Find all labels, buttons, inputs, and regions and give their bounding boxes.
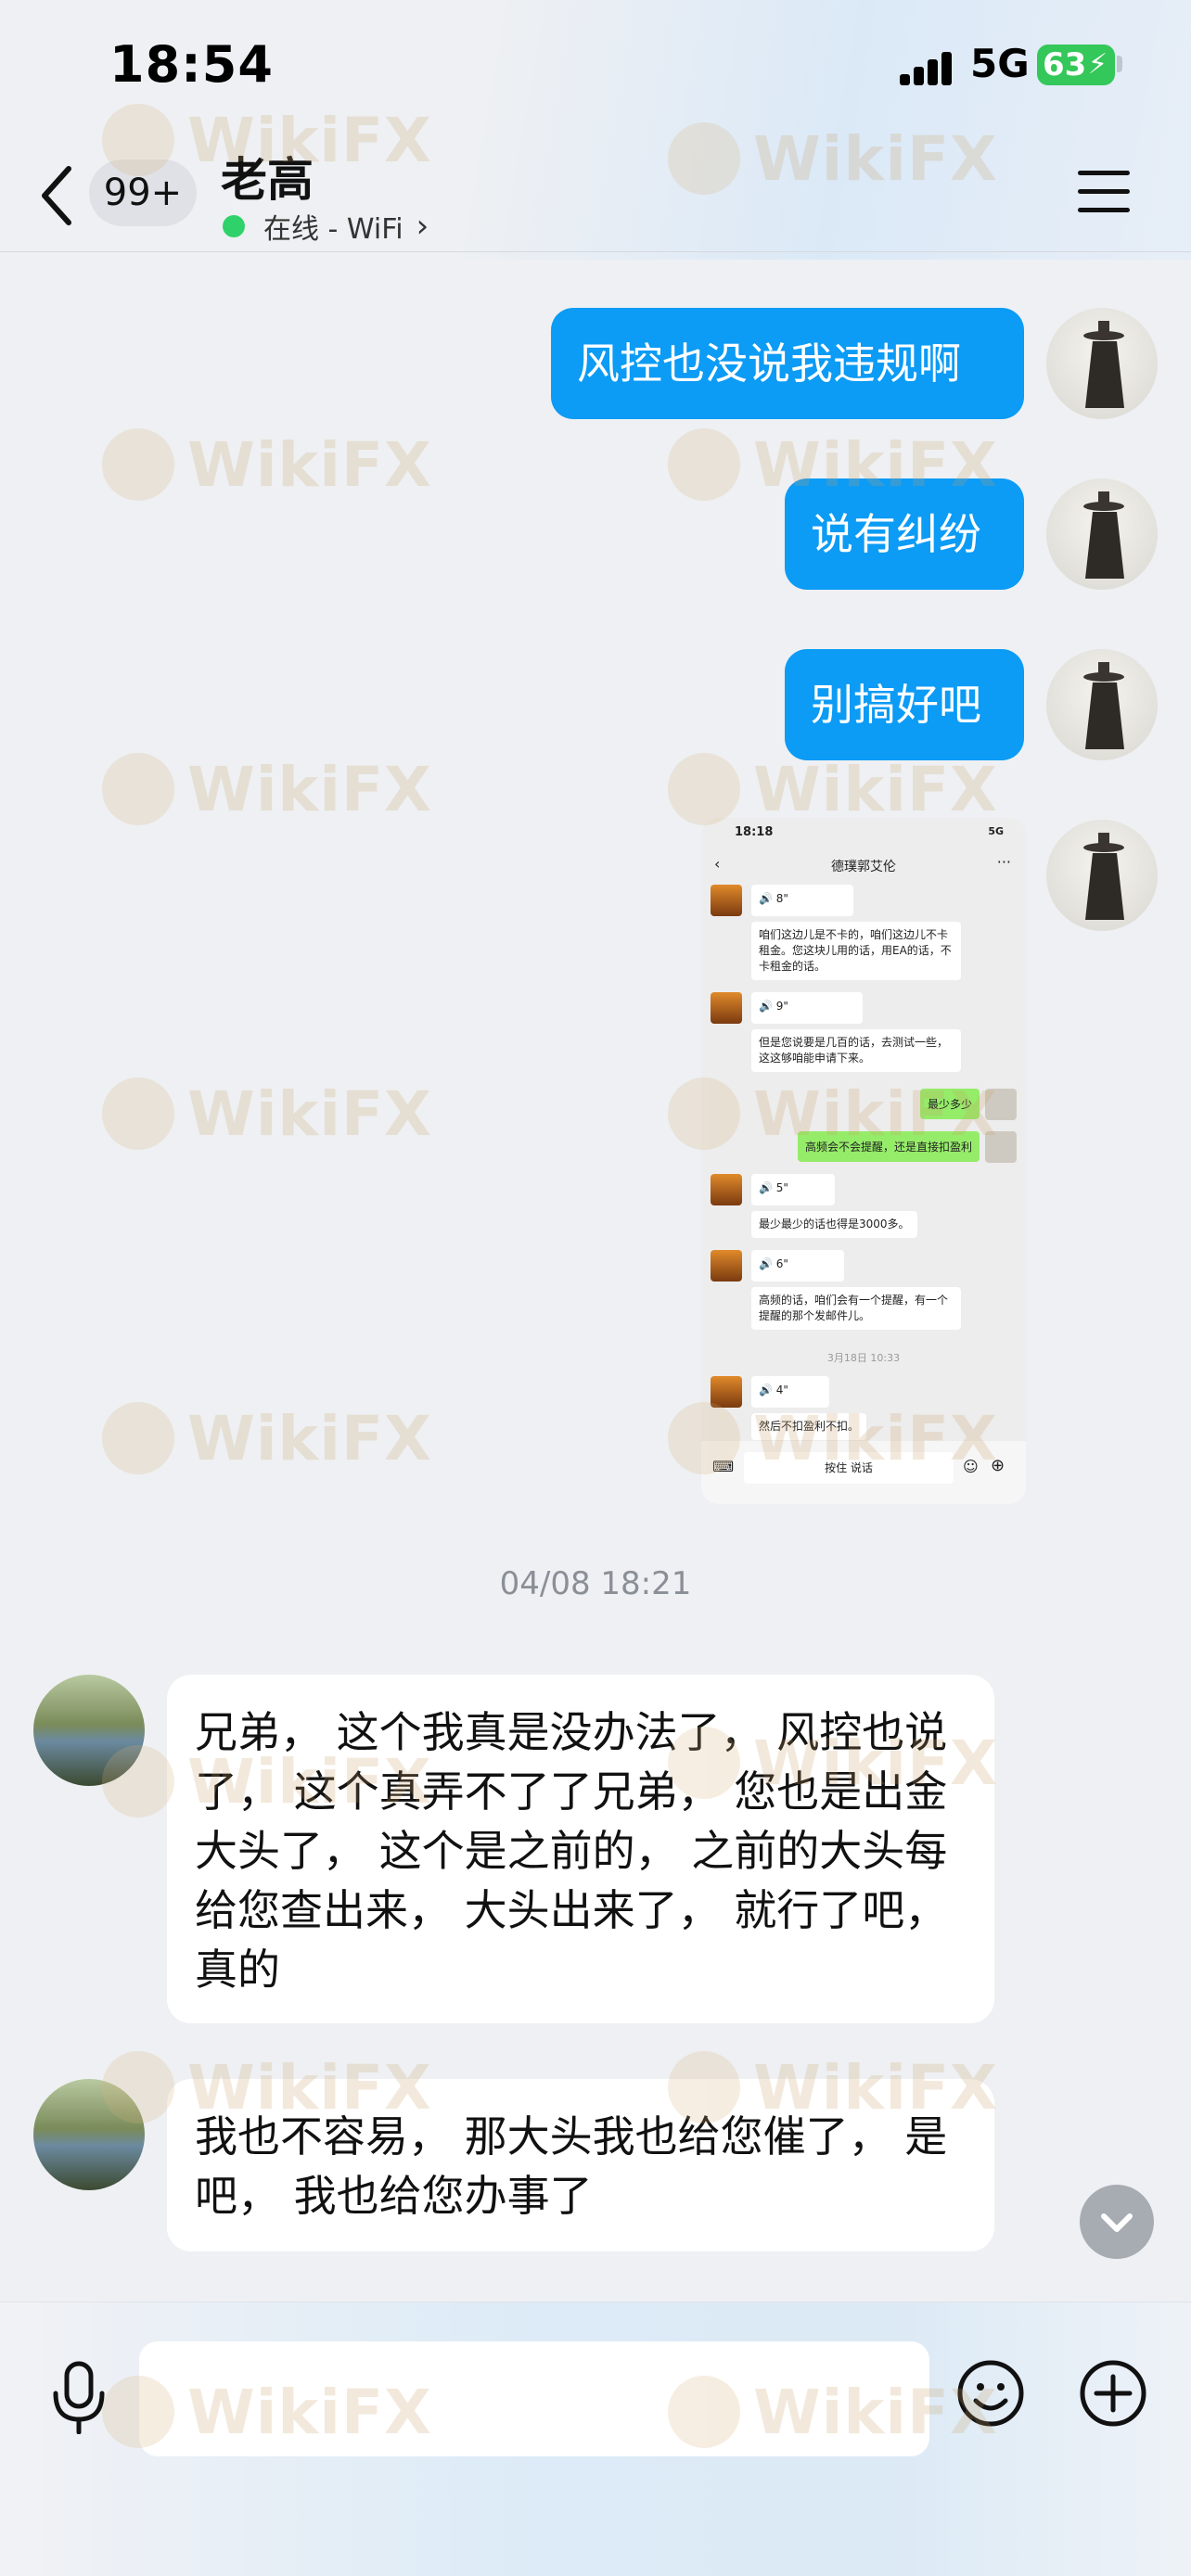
screenshot-status-bar: 18:18 5G (701, 818, 1026, 842)
screenshot-text-message: 但是您说要是几百的话，去测试一些，这这够咱能申请下来。 (751, 1029, 961, 1072)
microphone-icon[interactable] (46, 2360, 111, 2434)
message-bubble-outgoing[interactable]: 风控也没说我违规啊 (551, 308, 1024, 419)
figure-avatar-image (1083, 321, 1124, 408)
screenshot-input-bar: ⌨ 按住 说话 ☺ ⊕ (701, 1441, 1026, 1504)
presence-status[interactable]: 在线 - WiFi › (223, 206, 429, 247)
message-bubble-incoming[interactable]: 我也不容易， 那大头我也给您催了， 是吧， 我也给您办事了 (167, 2079, 994, 2251)
battery-icon: 63 ⚡ (1037, 45, 1115, 85)
screenshot-voice-message: 🔊 9" (751, 992, 863, 1024)
signal-icon (900, 48, 955, 85)
screenshot-avatar (711, 885, 742, 916)
watermark: WikiFX (102, 1078, 432, 1150)
watermark: WikiFX (102, 428, 432, 501)
battery-tip (1117, 56, 1122, 72)
screenshot-avatar (985, 1131, 1017, 1163)
back-icon[interactable] (37, 163, 74, 228)
scroll-to-bottom-button[interactable] (1080, 2185, 1154, 2259)
status-bar: 18:54 5G 63 ⚡ (0, 0, 1191, 130)
screenshot-timestamp: 3月18日 10:33 (826, 1352, 901, 1364)
chevron-right-icon: › (416, 208, 429, 245)
chat-header: 99+ 老高 在线 - WiFi › (0, 130, 1191, 252)
screenshot-voice-message: 🔊 6" (751, 1250, 844, 1282)
avatar[interactable] (33, 2079, 145, 2190)
message-timestamp: 04/08 18:21 (499, 1565, 692, 1602)
plus-icon[interactable] (1078, 2358, 1148, 2429)
message-input[interactable] (139, 2341, 929, 2456)
avatar[interactable] (1046, 649, 1158, 760)
screenshot-avatar (711, 1376, 742, 1408)
menu-icon[interactable] (1078, 169, 1132, 215)
screenshot-hold-to-talk: 按住 说话 (744, 1452, 954, 1484)
screenshot-network: 5G (988, 825, 1004, 837)
message-bubble-incoming[interactable]: 兄弟， 这个我真是没办法了， 风控也说了， 这个真弄不了了兄弟， 您也是出金大头… (167, 1675, 994, 2023)
screenshot-more-icon: ··· (996, 853, 1011, 871)
chevron-down-icon (1101, 2213, 1133, 2232)
watermark: WikiFX (102, 1402, 432, 1474)
screenshot-title: 德璞郭艾伦 (831, 860, 896, 874)
screenshot-text-message: 最少最少的话也得是3000多。 (751, 1211, 917, 1238)
presence-label: 在线 - WiFi (263, 213, 403, 246)
avatar[interactable] (1046, 478, 1158, 590)
watermark: WikiFX (102, 753, 432, 825)
unread-badge[interactable]: 99+ (89, 159, 197, 226)
composer-bar (0, 2302, 1191, 2576)
screenshot-time: 18:18 (735, 825, 774, 839)
screenshot-avatar (711, 1250, 742, 1282)
emoji-icon[interactable] (955, 2358, 1026, 2429)
screenshot-emoji-icon: ☺ (963, 1458, 979, 1475)
avatar[interactable] (1046, 820, 1158, 931)
screenshot-voice-message: 🔊 8" (751, 885, 853, 916)
contact-name[interactable]: 老高 (221, 143, 314, 210)
screenshot-sent-message: 最少多少 (919, 1089, 980, 1119)
wikifx-logo-icon (102, 1078, 174, 1150)
message-bubble-outgoing[interactable]: 说有纠纷 (785, 478, 1024, 590)
screenshot-sent-message: 高频会不会提醒，还是直接扣盈利 (797, 1131, 980, 1162)
wikifx-logo-icon (102, 428, 174, 501)
status-time: 18:54 (109, 35, 274, 94)
battery-level: 63 (1043, 46, 1087, 83)
figure-avatar-image (1083, 491, 1124, 579)
network-type: 5G (970, 41, 1030, 86)
figure-avatar-image (1083, 833, 1124, 920)
wikifx-logo-icon (102, 1402, 174, 1474)
screenshot-keyboard-icon: ⌨ (712, 1458, 735, 1475)
screenshot-voice-message: 🔊 4" (751, 1376, 829, 1408)
image-message-screenshot[interactable]: 18:18 5G ‹ 德璞郭艾伦 ··· 🔊 8" 咱们这边儿是不卡的，咱们这边… (701, 818, 1026, 1504)
charging-bolt-icon: ⚡ (1087, 48, 1108, 81)
wikifx-logo-icon (102, 753, 174, 825)
watermark: WikiFX (668, 753, 998, 825)
wikifx-logo-icon (668, 753, 740, 825)
screenshot-avatar (711, 992, 742, 1024)
avatar[interactable] (1046, 308, 1158, 419)
screenshot-text-message: 然后不扣盈利不扣。 (751, 1413, 867, 1440)
screenshot-avatar (711, 1174, 742, 1205)
screenshot-text-message: 高频的话，咱们会有一个提醒，有一个提醒的那个发邮件儿。 (751, 1287, 961, 1330)
screenshot-avatar (985, 1089, 1017, 1120)
figure-avatar-image (1083, 662, 1124, 749)
wikifx-logo-icon (668, 428, 740, 501)
message-bubble-outgoing[interactable]: 别搞好吧 (785, 649, 1024, 760)
avatar[interactable] (33, 1675, 145, 1786)
screenshot-text-message: 咱们这边儿是不卡的，咱们这边儿不卡租金。您这块儿用的话，用EA的话，不卡租金的话… (751, 922, 961, 980)
screenshot-plus-icon: ⊕ (991, 1456, 1005, 1475)
online-dot-icon (223, 215, 245, 237)
screenshot-voice-message: 🔊 5" (751, 1174, 835, 1205)
